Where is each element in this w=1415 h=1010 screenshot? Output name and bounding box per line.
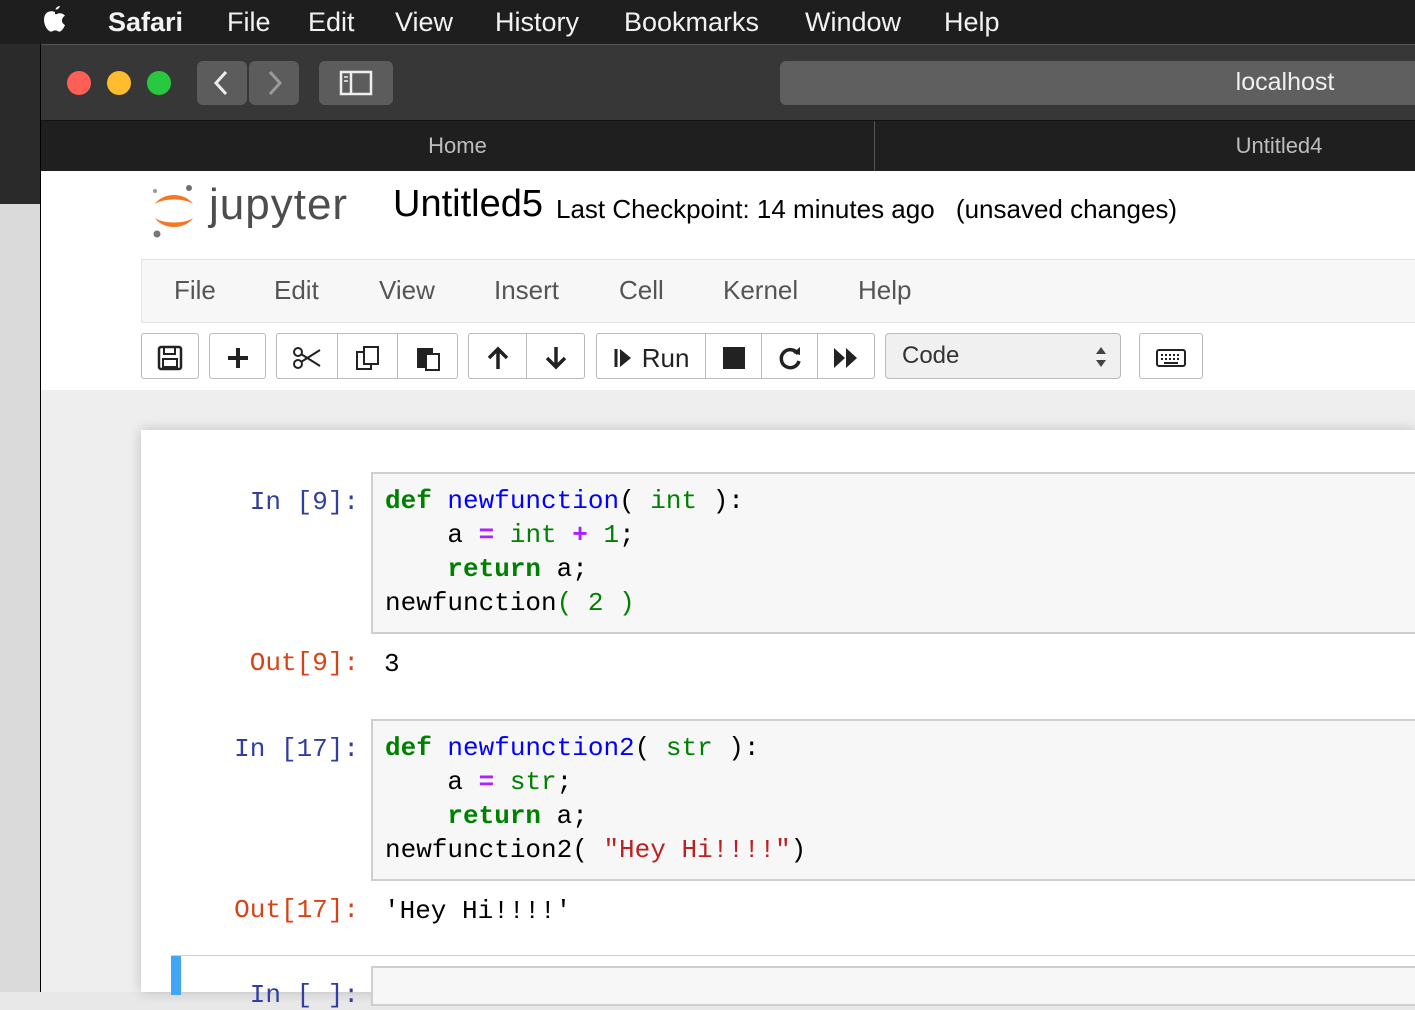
cell-type-select[interactable]: Code	[885, 333, 1121, 379]
insert-cell-button[interactable]	[209, 333, 266, 379]
menu-bookmarks[interactable]: Bookmarks	[624, 4, 759, 40]
fast-forward-icon	[834, 348, 857, 369]
menu-view[interactable]: View	[395, 4, 453, 40]
keyboard-icon	[1156, 349, 1186, 368]
input-prompt: In [17]:	[234, 734, 359, 764]
scissors-icon	[293, 347, 321, 370]
tab-untitled4[interactable]: Untitled4	[875, 121, 1415, 171]
tab-home[interactable]: Home	[41, 121, 875, 171]
run-label: Run	[641, 343, 690, 374]
address-bar[interactable]: localhost	[780, 61, 1415, 105]
jmenu-help[interactable]: Help	[858, 275, 911, 306]
chevron-right-icon	[268, 70, 283, 96]
apple-menu-icon[interactable]	[40, 2, 70, 45]
last-checkpoint: Last Checkpoint: 14 minutes ago	[556, 194, 935, 224]
code-text: def newfunction2( str ): a = str; return…	[385, 733, 807, 865]
input-prompt: In [9]:	[249, 487, 359, 517]
macos-menubar: Safari File Edit View History Bookmarks …	[0, 0, 1415, 44]
jupyter-menubar: File Edit View Insert Cell Kernel Help	[141, 259, 1415, 323]
forward-button[interactable]	[249, 61, 299, 105]
checkpoint-status: Last Checkpoint: 14 minutes ago (unsaved…	[556, 194, 1177, 225]
menu-safari[interactable]: Safari	[108, 4, 183, 40]
interrupt-kernel-button[interactable]	[705, 333, 762, 379]
step-forward-icon	[614, 349, 631, 368]
restart-run-all-button[interactable]	[817, 333, 875, 379]
floppy-disk-icon	[157, 345, 183, 371]
move-down-button[interactable]	[526, 333, 585, 379]
menu-window[interactable]: Window	[805, 4, 901, 40]
plus-icon	[227, 348, 248, 369]
minimize-window-button[interactable]	[107, 71, 131, 95]
menu-edit[interactable]: Edit	[308, 4, 355, 40]
move-up-button[interactable]	[468, 333, 527, 379]
background-window-edge	[0, 44, 40, 204]
safari-toolbar: localhost	[41, 44, 1415, 121]
safari-window: localhost Home Untitled4 jupyter Untitle…	[40, 44, 1415, 1010]
notebook-title[interactable]: Untitled5	[393, 183, 543, 226]
tab-bar: Home Untitled4	[41, 120, 1415, 171]
code-cell-editor[interactable]: def newfunction( int ): a = int + 1; ret…	[371, 472, 1415, 634]
jmenu-kernel[interactable]: Kernel	[723, 275, 798, 306]
sidebar-toggle-button[interactable]	[319, 61, 393, 105]
menu-file[interactable]: File	[227, 4, 271, 40]
close-window-button[interactable]	[67, 71, 91, 95]
paste-icon	[416, 348, 440, 372]
copy-button[interactable]	[337, 333, 398, 379]
cell-output: 'Hey Hi!!!!'	[384, 896, 572, 926]
copy-icon	[355, 346, 379, 371]
command-palette-button[interactable]	[1139, 333, 1203, 379]
code-text: def newfunction( int ): a = int + 1; ret…	[385, 486, 744, 618]
jmenu-view[interactable]: View	[379, 275, 435, 306]
output-prompt: Out[9]:	[249, 648, 359, 678]
jupyter-logo-icon[interactable]	[149, 182, 199, 238]
cell-output: 3	[384, 649, 400, 679]
address-text: localhost	[1235, 68, 1335, 96]
paste-button[interactable]	[397, 333, 458, 379]
restart-kernel-button[interactable]	[761, 333, 818, 379]
cell-type-value: Code	[902, 342, 960, 369]
code-cell-editor[interactable]: def newfunction2( str ): a = str; return…	[371, 719, 1415, 881]
cut-button[interactable]	[276, 333, 338, 379]
sidebar-icon	[339, 70, 373, 96]
zoom-window-button[interactable]	[147, 71, 171, 95]
back-button[interactable]	[197, 61, 247, 105]
arrow-up-icon	[487, 346, 508, 370]
jmenu-insert[interactable]: Insert	[494, 275, 559, 306]
menu-help[interactable]: Help	[944, 4, 1000, 40]
jmenu-edit[interactable]: Edit	[274, 275, 319, 306]
run-button[interactable]: Run	[596, 333, 706, 379]
unsaved-changes: (unsaved changes)	[955, 194, 1178, 224]
output-prompt: Out[17]:	[234, 895, 359, 925]
jmenu-cell[interactable]: Cell	[619, 275, 664, 306]
menu-history[interactable]: History	[495, 4, 579, 40]
refresh-icon	[779, 347, 801, 370]
code-cell-editor[interactable]	[371, 966, 1415, 1006]
stop-icon	[722, 347, 745, 370]
jmenu-file[interactable]: File	[174, 275, 216, 306]
jupyter-logo-text: jupyter	[209, 180, 349, 229]
select-arrows-icon	[1096, 347, 1106, 367]
save-button[interactable]	[141, 333, 199, 379]
desktop-background	[0, 204, 40, 992]
arrow-down-icon	[545, 347, 566, 370]
input-prompt: In [ ]:	[249, 980, 359, 1010]
notebook-container: In [9]: def newfunction( int ): a = int …	[141, 430, 1415, 1010]
chevron-left-icon	[213, 70, 228, 96]
